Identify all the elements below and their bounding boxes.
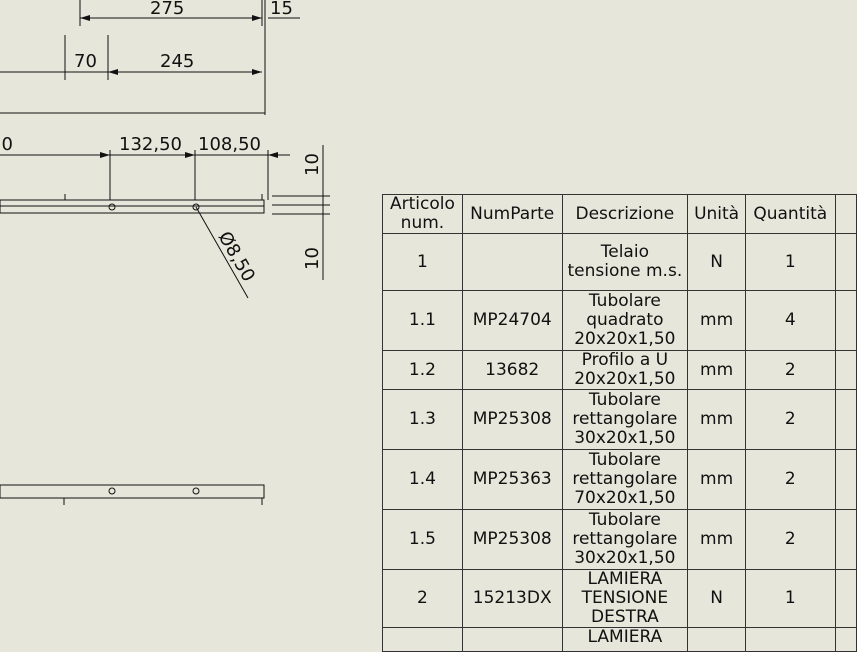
dim-text-108: 108,50 xyxy=(198,134,261,155)
bom-header-item: Articolo num. xyxy=(382,194,463,234)
bom-cell-extra xyxy=(834,233,857,291)
dim-text-10-bottom: 10 xyxy=(302,247,323,270)
bom-cell-item: 1.4 xyxy=(382,449,463,510)
bom-cell-extra xyxy=(834,569,857,628)
dim-text-10-top: 10 xyxy=(302,153,323,176)
bom-cell-part xyxy=(461,233,563,291)
bom-cell-description: Tubolare rettangolare 70x20x1,50 xyxy=(561,449,689,510)
bom-cell-description: Telaio tensione m.s. xyxy=(561,233,689,291)
table-row: 1.5 MP25308 Tubolare rettangolare 30x20x… xyxy=(382,509,857,570)
bom-cell-description: Tubolare rettangolare 30x20x1,50 xyxy=(561,509,689,570)
bom-cell-extra xyxy=(834,509,857,570)
bom-cell-part: 15213DX xyxy=(461,569,563,628)
dim-text-245: 245 xyxy=(160,51,194,72)
bom-header-quantity: Quantità xyxy=(744,194,836,234)
bom-cell-item: 1.2 xyxy=(382,350,463,390)
bom-cell-item: 1.5 xyxy=(382,509,463,570)
bom-cell-extra xyxy=(834,389,857,450)
bom-cell-quantity: 1 xyxy=(744,233,836,291)
table-row: 1.2 13682 Profilo a U 20x20x1,50 mm 2 xyxy=(382,350,857,390)
table-row: 1 Telaio tensione m.s. N 1 xyxy=(382,233,857,291)
bom-header-row: Articolo num. NumParte Descrizione Unità… xyxy=(382,194,857,234)
bom-cell-unit: mm xyxy=(687,290,746,351)
bom-header-description: Descrizione xyxy=(561,194,689,234)
bom-cell-description: Profilo a U 20x20x1,50 xyxy=(561,350,689,390)
bom-header-part: NumParte xyxy=(461,194,563,234)
bom-cell-unit: mm xyxy=(687,389,746,450)
bom-cell-item: 1.1 xyxy=(382,290,463,351)
bom-cell-quantity: 1 xyxy=(744,569,836,628)
bom-cell-unit: N xyxy=(687,233,746,291)
bill-of-materials-table: Articolo num. NumParte Descrizione Unità… xyxy=(382,194,857,652)
table-row: 1.4 MP25363 Tubolare rettangolare 70x20x… xyxy=(382,449,857,510)
bom-cell-quantity: 2 xyxy=(744,449,836,510)
bom-cell-unit: mm xyxy=(687,509,746,570)
bom-cell-unit: mm xyxy=(687,449,746,510)
bom-cell-description: Tubolare rettangolare 30x20x1,50 xyxy=(561,389,689,450)
table-row: 1.1 MP24704 Tubolare quadrato 20x20x1,50… xyxy=(382,290,857,351)
dim-text-70: 70 xyxy=(74,51,97,72)
bom-cell-item: 2 xyxy=(382,569,463,628)
bom-cell-part: MP25308 xyxy=(461,389,563,450)
dim-text-275: 275 xyxy=(150,0,184,19)
bom-header-extra xyxy=(834,194,857,234)
hole-marker xyxy=(108,487,116,495)
bom-header-unit: Unità xyxy=(687,194,746,234)
bom-cell-part: MP24704 xyxy=(461,290,563,351)
bom-cell-quantity: 2 xyxy=(744,389,836,450)
bom-cell-item: 1.3 xyxy=(382,389,463,450)
dim-text-left: 50 xyxy=(0,134,13,155)
dim-text-hole-diameter: Ø8,50 xyxy=(214,228,259,285)
table-row: 1.3 MP25308 Tubolare rettangolare 30x20x… xyxy=(382,389,857,450)
bom-cell-part: MP25308 xyxy=(461,509,563,570)
bom-cell-description: LAMIERA TENSIONE DESTRA xyxy=(561,569,689,628)
table-row: 2 15213DX LAMIERA TENSIONE DESTRA N 1 xyxy=(382,569,857,628)
bom-cell-quantity: 2 xyxy=(744,509,836,570)
bom-cell-quantity: 4 xyxy=(744,290,836,351)
dim-text-132: 132,50 xyxy=(119,134,182,155)
bom-cell-quantity: 2 xyxy=(744,350,836,390)
hole-marker xyxy=(192,487,200,495)
bom-cell-unit: mm xyxy=(687,350,746,390)
bom-cell-part: MP25363 xyxy=(461,449,563,510)
bom-cell-extra xyxy=(834,449,857,510)
profile-bar-bottom xyxy=(0,484,265,499)
bom-cell-part: 13682 xyxy=(461,350,563,390)
dim-text-15: 15 xyxy=(270,0,293,19)
bom-cell-description: Tubolare quadrato 20x20x1,50 xyxy=(561,290,689,351)
bom-cell-unit: N xyxy=(687,569,746,628)
bom-cell-item: 1 xyxy=(382,233,463,291)
bom-cell-extra xyxy=(834,350,857,390)
bom-cell-extra xyxy=(834,290,857,351)
hole-marker xyxy=(108,203,116,211)
